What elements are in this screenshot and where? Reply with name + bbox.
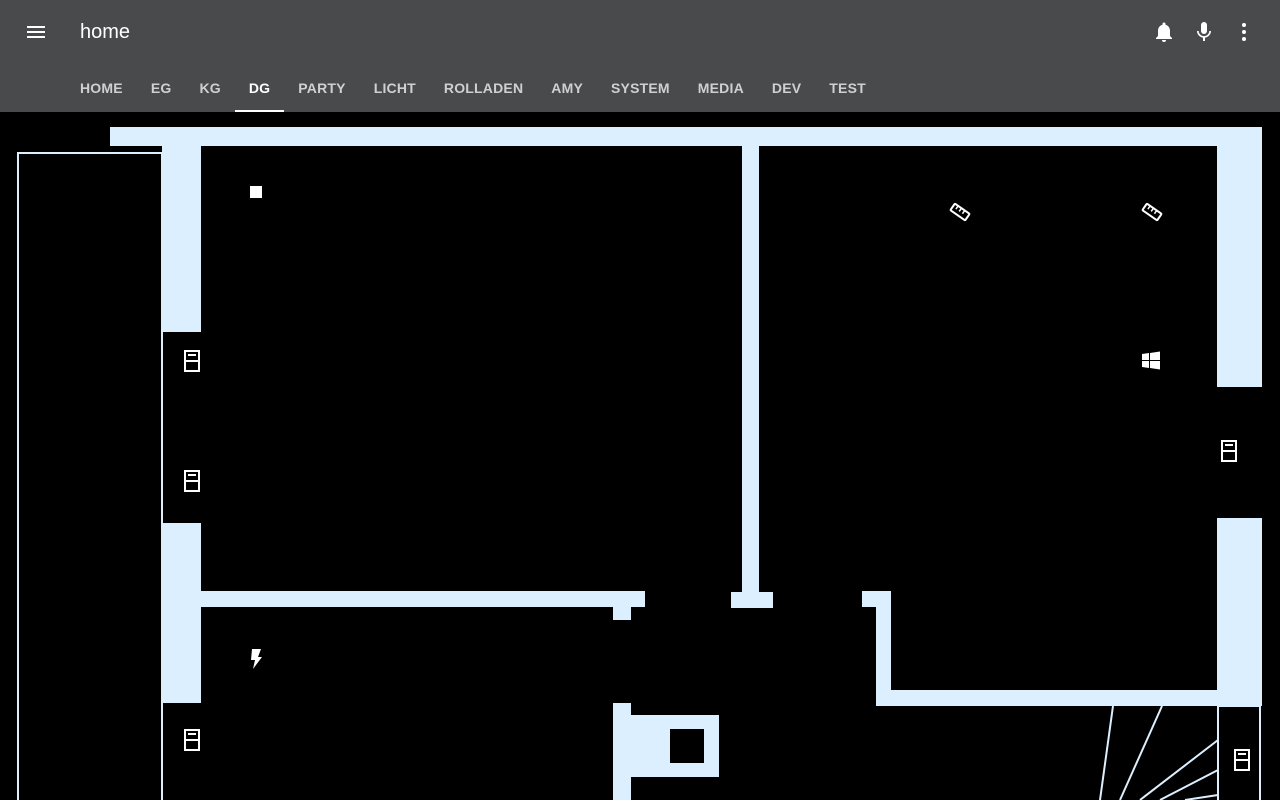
thermometer-icon: [949, 202, 971, 222]
menu-icon: [27, 26, 45, 38]
wall-middle-stub: [731, 592, 773, 608]
tab-amy[interactable]: AMY: [537, 64, 597, 112]
wall-horizontal-left: [201, 591, 645, 607]
tab-dg[interactable]: DG: [234, 64, 285, 112]
app-header: home HOME EG KG DG PARTY LICHT ROLLADEN …: [0, 0, 1280, 112]
window-sensor-right-bottom[interactable]: [1230, 748, 1254, 772]
window-sensor-left-middle[interactable]: [180, 469, 204, 493]
flash-icon: [251, 649, 262, 669]
window-closed-icon: [1221, 440, 1237, 462]
window-sensor-right[interactable]: [1217, 439, 1241, 463]
window-sensor-left-top[interactable]: [180, 349, 204, 373]
microphone-icon: [1197, 22, 1211, 41]
tab-media[interactable]: MEDIA: [684, 64, 758, 112]
tab-party[interactable]: PARTY: [284, 64, 359, 112]
window-closed-icon: [1234, 749, 1250, 771]
more-button[interactable]: [1224, 12, 1264, 52]
windows-icon: [1142, 351, 1160, 370]
app-title: home: [80, 21, 131, 43]
wall-horizontal-left-stub: [613, 607, 631, 620]
wall-top: [110, 127, 1262, 146]
wall-right-2: [1217, 518, 1262, 706]
bell-icon: [1156, 22, 1172, 42]
menu-button[interactable]: [14, 12, 58, 52]
windows-pc[interactable]: [1139, 349, 1163, 373]
wall-right-1: [1217, 127, 1262, 387]
window-sensor-left-bottom[interactable]: [180, 728, 204, 752]
light-square[interactable]: [244, 180, 268, 204]
tab-eg[interactable]: EG: [137, 64, 186, 112]
more-vert-icon: [1242, 23, 1246, 41]
voice-button[interactable]: [1184, 12, 1224, 52]
thermometer-icon: [1141, 202, 1163, 222]
wall-left-1: [162, 127, 201, 332]
thermometer-2[interactable]: [1140, 200, 1164, 224]
power-sensor[interactable]: [244, 647, 268, 671]
tab-system[interactable]: SYSTEM: [597, 64, 684, 112]
window-closed-icon: [184, 470, 200, 492]
floorplan-walls: [0, 112, 1280, 800]
window-closed-icon: [184, 350, 200, 372]
notifications-button[interactable]: [1144, 12, 1184, 52]
floorplan: [0, 112, 1280, 800]
square-icon: [250, 186, 262, 198]
tab-rolladen[interactable]: ROLLADEN: [430, 64, 537, 112]
wall-middle: [742, 146, 759, 592]
wall-bath-left: [876, 591, 891, 705]
tab-test[interactable]: TEST: [815, 64, 880, 112]
tab-dev[interactable]: DEV: [758, 64, 815, 112]
tab-kg[interactable]: KG: [185, 64, 234, 112]
wall-bath-bottom: [876, 690, 1262, 706]
thermometer-1[interactable]: [948, 200, 972, 224]
view-tabs: HOME EG KG DG PARTY LICHT ROLLADEN AMY S…: [66, 64, 880, 112]
wall-left-2: [162, 523, 201, 703]
tab-licht[interactable]: LICHT: [360, 64, 430, 112]
chimney-core: [670, 729, 704, 763]
tab-home[interactable]: HOME: [66, 64, 137, 112]
window-closed-icon: [184, 729, 200, 751]
